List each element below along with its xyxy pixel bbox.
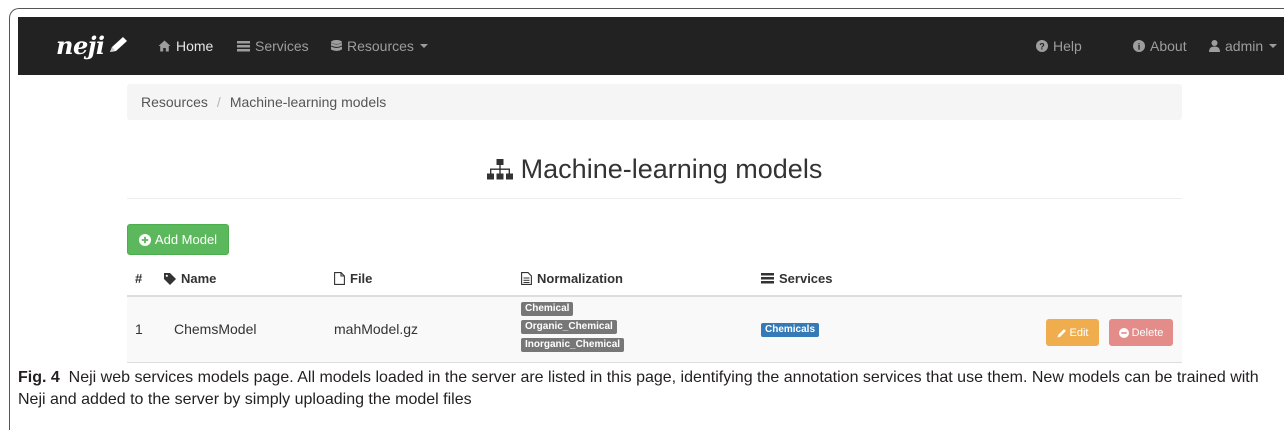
figure-label: Fig. 4 (18, 369, 60, 386)
nav-services[interactable]: Services (237, 36, 309, 56)
list-icon (237, 40, 250, 51)
add-model-button[interactable]: Add Model (127, 224, 229, 255)
nav-home-label: Home (176, 38, 214, 54)
nav-resources-dropdown[interactable]: Resources (331, 36, 428, 56)
table-header: # Name File Normalization Services (127, 261, 1182, 297)
nav-help[interactable]: ? Help (1036, 36, 1082, 56)
column-header-index: # (135, 271, 143, 286)
breadcrumb-item-resources[interactable]: Resources (141, 94, 208, 110)
nav-home[interactable]: Home (158, 36, 213, 56)
info-circle-icon: i (1133, 40, 1145, 52)
table-row: 1 ChemsModel mahModel.gz Chemical Organi… (127, 297, 1182, 363)
edit-button[interactable]: Edit (1046, 319, 1099, 346)
normalization-label: Organic_Chemical (521, 320, 617, 334)
sitemap-icon (486, 158, 513, 179)
column-header-file: File (334, 271, 372, 286)
service-label: Chemicals (761, 323, 820, 337)
normalization-labels: Chemical Organic_Chemical Inorganic_Chem… (521, 302, 625, 352)
database-icon (331, 40, 342, 51)
svg-text:?: ? (1039, 42, 1045, 52)
page-title: Machine-learning models (520, 154, 823, 184)
minus-circle-icon (1118, 327, 1129, 338)
question-circle-icon: ? (1036, 40, 1048, 52)
home-icon (158, 40, 171, 52)
models-table: # Name File Normalization Services 1 Che… (127, 261, 1182, 363)
delete-button[interactable]: Delete (1109, 319, 1173, 346)
add-model-label: Add Model (154, 232, 218, 247)
app-screenshot: neji Home Services Resources ? Help i Ab… (18, 17, 1284, 363)
delete-label: Delete (1131, 326, 1164, 339)
nav-resources-label: Resources (347, 38, 414, 54)
file-icon (334, 272, 345, 285)
normalization-label: Inorganic_Chemical (521, 338, 625, 352)
breadcrumb-item-current: Machine-learning models (229, 94, 387, 110)
chevron-down-icon (419, 44, 428, 48)
pencil-icon (1057, 328, 1066, 337)
column-header-normalization: Normalization (521, 271, 623, 286)
user-icon (1209, 40, 1220, 52)
file-text-icon (521, 272, 532, 285)
nav-about[interactable]: i About (1133, 36, 1187, 56)
brand-logo[interactable]: neji (56, 30, 129, 60)
row-name: ChemsModel (174, 321, 257, 337)
breadcrumb-separator: / (216, 94, 221, 110)
nav-user-label: admin (1225, 38, 1264, 54)
caption-text: Neji web services models page. All model… (18, 369, 1259, 408)
normalization-label: Chemical (521, 302, 574, 316)
plus-circle-icon (138, 233, 151, 246)
column-header-name: Name (164, 271, 216, 286)
chevron-down-icon (1269, 44, 1278, 48)
row-file: mahModel.gz (334, 321, 419, 337)
brand-text: neji (56, 30, 105, 60)
nav-user-dropdown[interactable]: admin (1209, 36, 1278, 56)
breadcrumb: Resources / Machine-learning models (127, 84, 1182, 120)
column-header-services: Services (761, 271, 833, 286)
row-index: 1 (135, 321, 143, 337)
figure-caption: Fig. 4 Neji web services models page. Al… (18, 367, 1268, 411)
top-navbar: neji Home Services Resources ? Help i Ab… (18, 17, 1284, 75)
page-header: Machine-learning models (127, 154, 1182, 199)
edit-label: Edit (1069, 326, 1089, 339)
list-icon (761, 273, 774, 284)
nav-services-label: Services (255, 38, 309, 54)
pencil-icon (109, 37, 127, 52)
nav-help-label: Help (1053, 38, 1082, 54)
tag-icon (164, 272, 176, 285)
nav-about-label: About (1150, 38, 1187, 54)
